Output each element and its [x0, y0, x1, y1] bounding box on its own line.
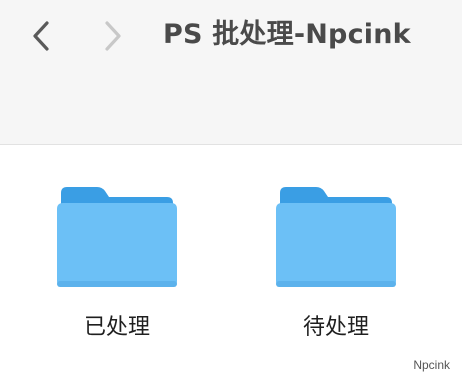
folder-icon: [276, 187, 396, 287]
chevron-left-icon: [33, 21, 49, 51]
file-area: 已处理 待处理: [0, 145, 462, 382]
toolbar: PS 批处理-Npcink: [0, 0, 462, 145]
folder-label: 待处理: [302, 315, 369, 340]
window-title: PS 批处理-Npcink: [163, 19, 411, 50]
folder-item-processed[interactable]: 已处理: [47, 185, 187, 355]
folder-item-pending[interactable]: 待处理: [266, 185, 406, 355]
back-button[interactable]: [24, 18, 58, 54]
folder-label: 已处理: [83, 315, 150, 340]
forward-button[interactable]: [96, 18, 130, 54]
finder-window: PS 批处理-Npcink 已处理 待处理 Npcink: [0, 0, 462, 382]
folder-icon: [57, 187, 177, 287]
chevron-right-icon: [105, 21, 121, 51]
watermark: Npcink: [413, 358, 450, 372]
